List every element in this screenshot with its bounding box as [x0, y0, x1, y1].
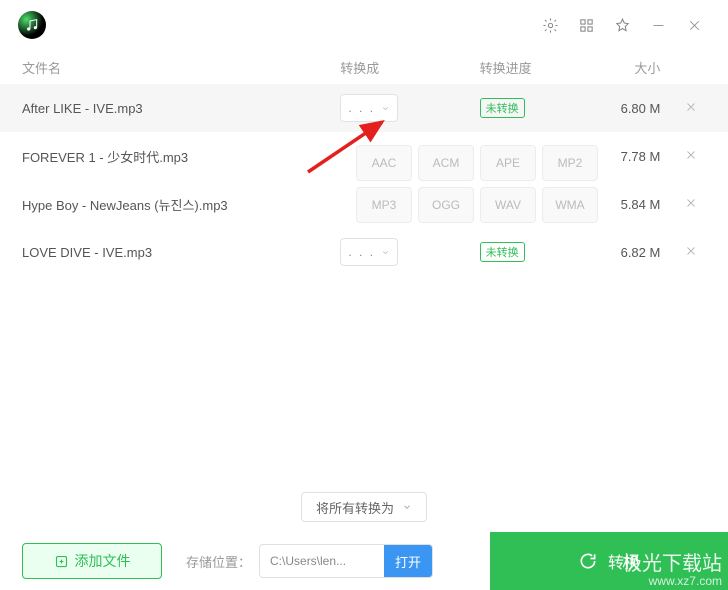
save-path-input[interactable]	[260, 546, 384, 576]
file-size: 6.80 M	[589, 101, 661, 116]
remove-row-button[interactable]	[684, 148, 698, 165]
file-size: 5.84 M	[589, 197, 661, 212]
refresh-icon	[578, 551, 598, 571]
close-icon	[684, 244, 698, 258]
table-header: 文件名 转换成 转换进度 大小	[0, 50, 728, 84]
format-option-ape[interactable]: APE	[480, 145, 536, 181]
format-option-acm[interactable]: ACM	[418, 145, 474, 181]
header-convert-to: 转换成	[340, 58, 479, 77]
music-note-icon	[24, 17, 40, 33]
header-size: 大小	[589, 58, 661, 77]
save-location-label: 存储位置：	[186, 552, 251, 571]
table-row: After LIKE - IVE.mp3 . . . 未转换 6.80 M	[0, 84, 728, 132]
save-path-box: 打开	[259, 544, 433, 578]
format-option-aac[interactable]: AAC	[356, 145, 412, 181]
minimize-button[interactable]	[642, 9, 674, 41]
format-option-mp3[interactable]: MP3	[356, 187, 412, 223]
format-option-wma[interactable]: WMA	[542, 187, 598, 223]
status-badge: 未转换	[480, 98, 525, 118]
format-option-ogg[interactable]: OGG	[418, 187, 474, 223]
remove-row-button[interactable]	[684, 196, 698, 213]
format-dropdown-panel: AACACMAPEMP2 MP3OGGWAVWMA	[356, 145, 598, 223]
close-icon	[684, 100, 698, 114]
star-icon	[614, 17, 631, 34]
file-size: 7.78 M	[589, 149, 661, 164]
close-icon	[686, 17, 703, 34]
minimize-icon	[650, 17, 667, 34]
dots-label: . . .	[348, 101, 375, 115]
format-option-wav[interactable]: WAV	[480, 187, 536, 223]
header-progress: 转换进度	[480, 58, 589, 77]
file-size: 6.82 M	[589, 245, 661, 260]
titlebar	[0, 0, 728, 50]
format-dropdown[interactable]: . . .	[340, 94, 398, 122]
format-option-mp2[interactable]: MP2	[542, 145, 598, 181]
open-path-button[interactable]: 打开	[384, 545, 432, 577]
chevron-down-icon	[381, 104, 390, 113]
add-file-icon	[54, 554, 69, 569]
grid-icon	[578, 17, 595, 34]
watermark-line2: www.xz7.com	[649, 574, 722, 588]
header-filename: 文件名	[22, 58, 340, 77]
convert-all-label: 将所有转换为	[316, 498, 394, 517]
close-icon	[684, 196, 698, 210]
file-name: After LIKE - IVE.mp3	[22, 101, 340, 116]
close-icon	[684, 148, 698, 162]
chevron-down-icon	[381, 248, 390, 257]
file-name: LOVE DIVE - IVE.mp3	[22, 245, 340, 260]
add-file-label: 添加文件	[75, 551, 131, 571]
remove-row-button[interactable]	[684, 244, 698, 261]
file-name: FOREVER 1 - 少女时代.mp3	[22, 147, 340, 166]
favorite-button[interactable]	[606, 9, 638, 41]
chevron-down-icon	[402, 502, 412, 512]
open-label: 打开	[395, 552, 421, 571]
file-name: Hype Boy - NewJeans (뉴진스).mp3	[22, 195, 340, 214]
status-badge: 未转换	[480, 242, 525, 262]
add-file-button[interactable]: 添加文件	[22, 543, 162, 579]
format-dropdown[interactable]: . . .	[340, 238, 398, 266]
gear-icon	[542, 17, 559, 34]
convert-label: 转换	[608, 549, 640, 573]
settings-button[interactable]	[534, 9, 566, 41]
app-logo	[18, 11, 46, 39]
table-row: LOVE DIVE - IVE.mp3 . . . 未转换 6.82 M	[0, 228, 728, 276]
convert-all-bar: 将所有转换为	[0, 492, 728, 522]
bottom-bar: 添加文件 存储位置： 打开 转换 极光下载站 www.xz7.com	[0, 532, 728, 590]
convert-all-dropdown[interactable]: 将所有转换为	[301, 492, 427, 522]
dots-label: . . .	[348, 245, 375, 259]
grid-button[interactable]	[570, 9, 602, 41]
remove-row-button[interactable]	[684, 100, 698, 117]
close-window-button[interactable]	[678, 9, 710, 41]
convert-button[interactable]: 转换 极光下载站 www.xz7.com	[490, 532, 728, 590]
